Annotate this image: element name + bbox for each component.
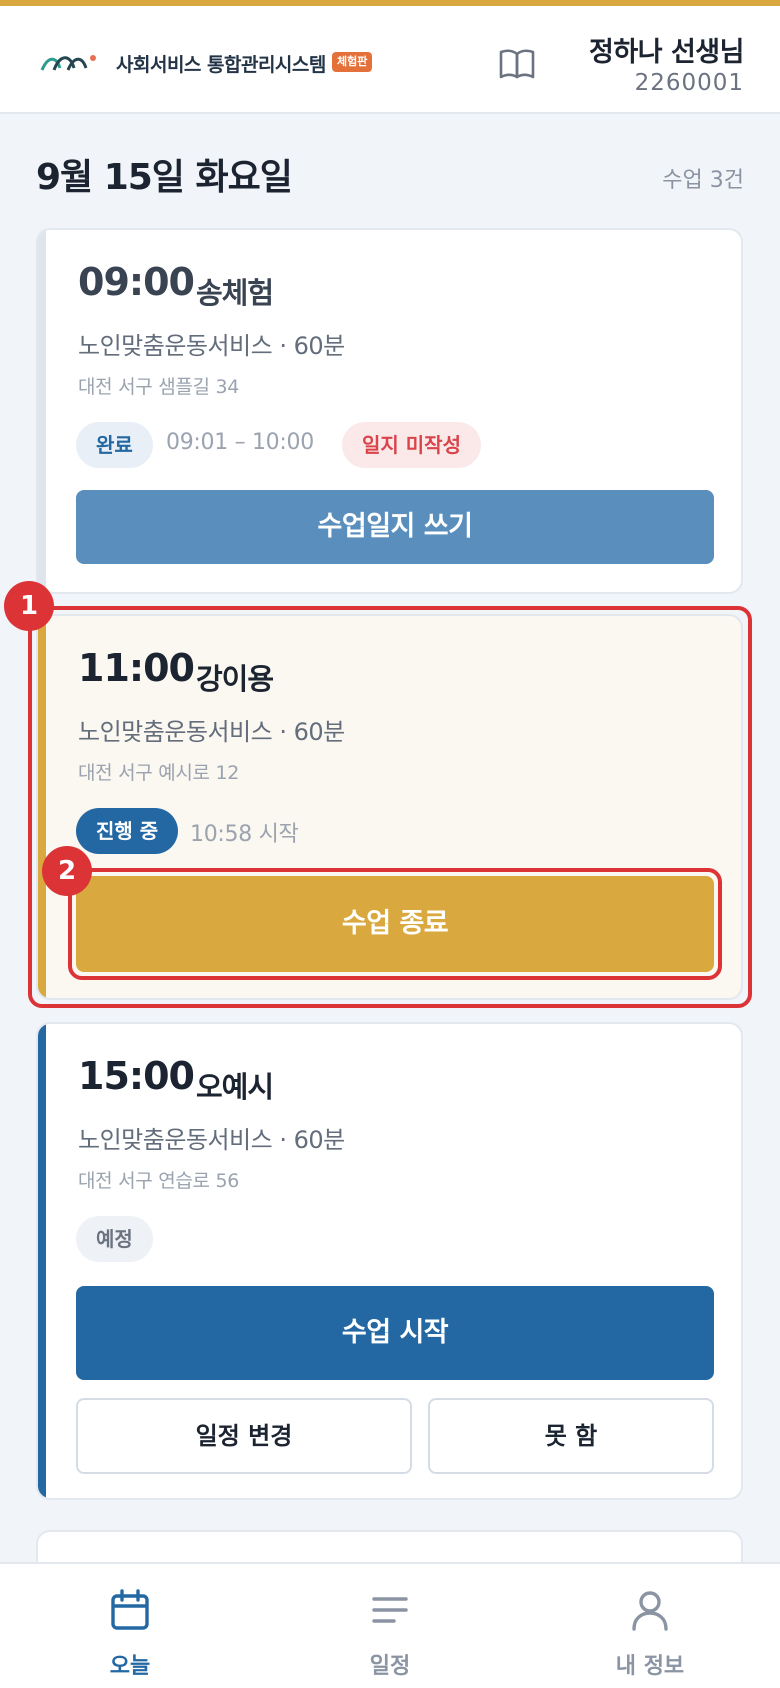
list-icon bbox=[372, 1597, 408, 1623]
class-card: 09:00 송체험 노인맞춤운동서비스 · 60분 대전 서구 샘플길 34 완… bbox=[36, 228, 743, 594]
start-class-button[interactable]: 수업 시작 bbox=[76, 1286, 714, 1380]
service-info: 노인맞춤운동서비스 · 60분 bbox=[78, 1126, 345, 1154]
class-card-active: 11:00 강이용 노인맞춤운동서비스 · 60분 대전 서구 예시로 12 진… bbox=[36, 614, 743, 1000]
date-title: 9월 15일 화요일 bbox=[36, 157, 293, 198]
address: 대전 서구 예시로 12 bbox=[78, 762, 240, 784]
bottom-nav: 오늘 일정 내 정보 bbox=[0, 1562, 780, 1688]
class-card: 15:00 오예시 노인맞춤운동서비스 · 60분 대전 서구 연습로 56 예… bbox=[36, 1022, 743, 1500]
class-count: 수업 3건 bbox=[662, 168, 744, 193]
cannot-attend-button[interactable]: 못 함 bbox=[428, 1398, 714, 1474]
app-header: 사회서비스 통합관리시스템 체험판 정하나 선생님 2260001 bbox=[0, 6, 780, 114]
journal-missing-badge: 일지 미작성 bbox=[342, 422, 481, 468]
card-stripe bbox=[38, 230, 46, 592]
address: 대전 서구 연습로 56 bbox=[78, 1170, 240, 1192]
class-time: 09:00 bbox=[78, 260, 195, 304]
card-stripe bbox=[38, 1024, 46, 1498]
status-time: 09:01 – 10:00 bbox=[166, 430, 314, 455]
reschedule-button[interactable]: 일정 변경 bbox=[76, 1398, 412, 1474]
trial-badge: 체험판 bbox=[332, 52, 373, 72]
nav-label: 내 정보 bbox=[615, 1654, 685, 1679]
calendar-icon bbox=[111, 1589, 149, 1630]
write-journal-button[interactable]: 수업일지 쓰기 bbox=[76, 490, 714, 564]
nav-my-info[interactable]: 내 정보 bbox=[520, 1564, 780, 1688]
status-badge: 완료 bbox=[76, 422, 153, 468]
status-badge: 예정 bbox=[76, 1216, 153, 1262]
end-class-button[interactable]: 수업 종료 bbox=[76, 876, 714, 972]
status-time: 10:58 시작 bbox=[190, 822, 299, 847]
app-logo-icon bbox=[40, 55, 96, 71]
student-name: 오예시 bbox=[196, 1070, 274, 1104]
app-title: 사회서비스 통합관리시스템 bbox=[116, 54, 326, 76]
annotation-marker-2: 2 bbox=[42, 846, 92, 896]
service-info: 노인맞춤운동서비스 · 60분 bbox=[78, 332, 345, 360]
card-stripe bbox=[38, 616, 46, 998]
status-badge: 진행 중 bbox=[76, 808, 179, 854]
student-name: 강이용 bbox=[196, 662, 274, 696]
class-time: 15:00 bbox=[78, 1054, 195, 1098]
annotation-marker-1: 1 bbox=[4, 581, 54, 631]
book-icon[interactable] bbox=[498, 48, 536, 82]
service-info: 노인맞춤운동서비스 · 60분 bbox=[78, 718, 345, 746]
nav-label: 오늘 bbox=[109, 1654, 151, 1679]
teacher-id: 2260001 bbox=[634, 70, 744, 96]
class-time: 11:00 bbox=[78, 646, 195, 690]
address: 대전 서구 샘플길 34 bbox=[78, 376, 240, 398]
student-name: 송체험 bbox=[196, 276, 274, 310]
nav-label: 일정 bbox=[369, 1654, 411, 1679]
nav-schedule[interactable]: 일정 bbox=[260, 1564, 520, 1688]
user-icon bbox=[632, 1591, 668, 1631]
nav-today[interactable]: 오늘 bbox=[0, 1564, 260, 1688]
teacher-name[interactable]: 정하나 선생님 bbox=[589, 30, 744, 69]
